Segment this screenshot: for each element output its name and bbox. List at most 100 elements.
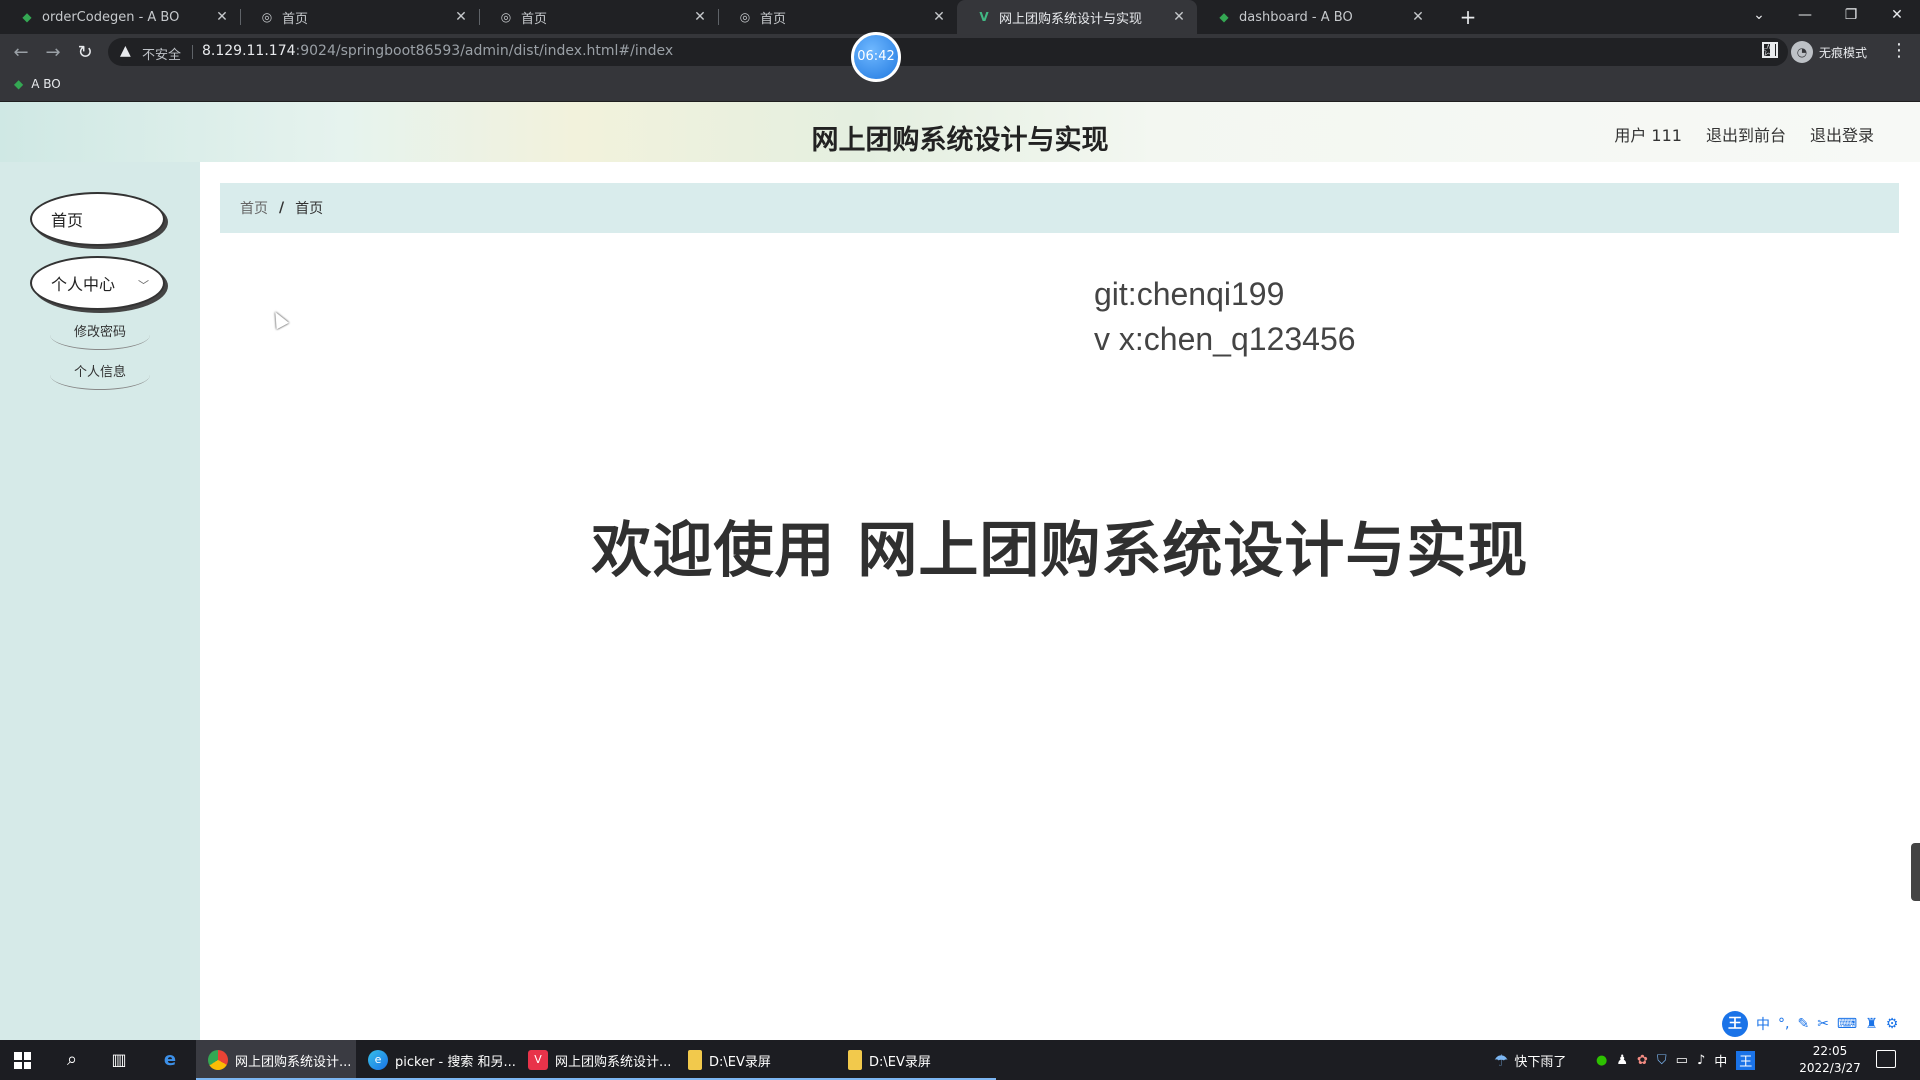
taskbar-app-folder-1[interactable]: D:\EV录屏 [676, 1040, 836, 1080]
umbrella-icon: ☂ [1494, 1050, 1509, 1070]
taskbar-app-edge[interactable]: e picker - 搜索 和另... [356, 1040, 516, 1080]
leaf-icon: ◆ [22, 10, 32, 24]
chrome-icon [208, 1050, 228, 1070]
qq-icon[interactable]: ♟ [1616, 1053, 1628, 1068]
breadcrumb-separator: / [279, 200, 285, 216]
breadcrumb-root[interactable]: 首页 [240, 198, 268, 218]
browser-tab[interactable]: ◎ 首页 ✕ [240, 0, 479, 34]
sidebar: 首页 个人中心 ﹀ 修改密码 个人信息 [0, 162, 200, 1040]
clock-time: 22:05 [1812, 1044, 1848, 1058]
more-menu-icon[interactable]: ⋮ [1890, 40, 1908, 61]
wechat-icon[interactable]: ● [1596, 1053, 1607, 1068]
browser-tab-strip: ◆ orderCodegen - A BO ✕ ◎ 首页 ✕ ◎ 首页 ✕ ◎ … [0, 0, 1920, 34]
welcome-heading: 欢迎使用 网上团购系统设计与实现 [591, 516, 1529, 586]
sidebar-subitem-personal-info[interactable]: 个人信息 [50, 360, 150, 390]
taskbar-app-folder-2[interactable]: D:\EV录屏 [836, 1040, 996, 1080]
search-icon[interactable]: ⌕ [60, 1048, 84, 1072]
scrollbar-handle[interactable] [1911, 843, 1920, 901]
ime-toolbar: 王 中 °, ✎ ✂ ⌨ ♜ ⚙ [1722, 1010, 1898, 1038]
warning-icon: ▲ [120, 43, 131, 59]
system-tray: ● ♟ ✿ ⛉ ▭ ♪ 中 王 [1596, 1040, 1756, 1080]
sidebar-item-home[interactable]: 首页 [30, 192, 165, 246]
close-tab-icon[interactable]: ✕ [1410, 9, 1426, 25]
reload-icon[interactable]: ↻ [72, 40, 98, 66]
volume-icon[interactable]: ♪ [1697, 1053, 1705, 1068]
recording-timer[interactable]: 06:42 [851, 32, 901, 82]
browser-toolbar: ← → ↻ ▲ 不安全 8.129.11.174:9024/springboot… [0, 34, 1920, 70]
chevron-down-icon: ﹀ [138, 279, 149, 292]
sidebar-subitem-change-password[interactable]: 修改密码 [50, 320, 150, 350]
side-panel-icon[interactable] [1762, 42, 1778, 58]
app-header: 网上团购系统设计与实现 用户 111 退出到前台 退出登录 [0, 102, 1920, 162]
punctuation-icon[interactable]: °, [1778, 1016, 1789, 1032]
new-tab-icon[interactable]: + [1455, 4, 1481, 30]
close-tab-icon[interactable]: ✕ [214, 9, 230, 25]
incognito-icon: ◔ [1791, 41, 1813, 63]
ie-icon[interactable]: e [158, 1048, 182, 1072]
breadcrumb: 首页 / 首页 [220, 183, 1899, 233]
back-icon[interactable]: ← [8, 40, 34, 66]
header-links: 用户 111 退出到前台 退出登录 [1614, 122, 1874, 146]
breadcrumb-current: 首页 [295, 201, 324, 217]
shield-icon[interactable]: ⛉ [1657, 1053, 1667, 1068]
taskbar: ⌕ ▥ e 网上团购系统设计... e picker - 搜索 和另... V … [0, 1040, 1920, 1080]
ime-language[interactable]: 中 [1714, 1051, 1727, 1070]
task-view-icon[interactable]: ▥ [107, 1048, 131, 1072]
folder-icon [848, 1050, 862, 1070]
globe-icon: ◎ [739, 10, 751, 24]
browser-tab[interactable]: ◎ 首页 ✕ [718, 0, 957, 34]
tab-search-icon[interactable]: ⌄ [1736, 0, 1782, 34]
contact-wechat: v x:chen_q123456 [1094, 321, 1356, 357]
browser-tab[interactable]: ◆ dashboard - A BO ✕ [1197, 0, 1436, 34]
close-tab-icon[interactable]: ✕ [453, 9, 469, 25]
windows-start-icon[interactable] [14, 1052, 31, 1069]
network-icon[interactable]: ▭ [1676, 1053, 1688, 1068]
taskbar-app-vue[interactable]: V 网上团购系统设计... [516, 1040, 676, 1080]
minimize-icon[interactable]: — [1782, 0, 1828, 34]
settings-icon[interactable]: ⚙ [1886, 1016, 1899, 1032]
browser-tab[interactable]: ◆ orderCodegen - A BO ✕ [0, 0, 240, 34]
ime-logo-icon[interactable]: 王 [1722, 1011, 1748, 1037]
logout-link[interactable]: 退出登录 [1810, 122, 1874, 146]
globe-icon: ◎ [261, 10, 273, 24]
system-clock[interactable]: 22:05 2022/3/27 [1788, 1043, 1872, 1077]
skin-icon[interactable]: ♜ [1865, 1016, 1878, 1032]
main-content: 首页 / 首页 git:chenqi199 v x:chen_q123456 欢… [200, 162, 1920, 1040]
notification-icon[interactable] [1876, 1050, 1896, 1068]
ime-tray-icon[interactable]: 王 [1736, 1050, 1756, 1070]
address-bar[interactable]: ▲ 不安全 8.129.11.174:9024/springboot86593/… [108, 38, 1788, 66]
ime-mode[interactable]: 中 [1756, 1014, 1770, 1034]
vue-icon: V [979, 10, 989, 24]
weather-widget[interactable]: ☂ 快下雨了 [1494, 1040, 1566, 1080]
back-to-front-link[interactable]: 退出到前台 [1706, 122, 1786, 146]
bookmark-item[interactable]: ◆ A BO [14, 77, 61, 91]
folder-icon [688, 1050, 702, 1070]
forward-icon[interactable]: → [40, 40, 66, 66]
restore-icon[interactable]: ❐ [1828, 0, 1874, 34]
scissors-icon[interactable]: ✂ [1817, 1016, 1829, 1032]
globe-icon: ◎ [500, 10, 512, 24]
leaf-icon: ◆ [1219, 10, 1229, 24]
bookmarks-bar: ◆ A BO [0, 70, 1920, 102]
contact-git: git:chenqi199 [1094, 276, 1285, 312]
close-tab-icon[interactable]: ✕ [931, 9, 947, 25]
current-user: 用户 111 [1614, 126, 1682, 145]
close-tab-icon[interactable]: ✕ [1171, 9, 1187, 25]
browser-tab-active[interactable]: V 网上团购系统设计与实现 ✕ [957, 0, 1197, 34]
contact-info: git:chenqi199 v x:chen_q123456 [1094, 272, 1356, 362]
edge-icon: e [368, 1050, 388, 1070]
sidebar-item-personal-center[interactable]: 个人中心 ﹀ [30, 256, 165, 310]
browser-tab[interactable]: ◎ 首页 ✕ [479, 0, 718, 34]
close-tab-icon[interactable]: ✕ [692, 9, 708, 25]
vue-icon: V [528, 1050, 548, 1070]
keyboard-icon[interactable]: ⌨ [1837, 1016, 1857, 1032]
incognito-indicator[interactable]: ◔ 无痕模式 [1791, 39, 1867, 65]
pen-icon[interactable]: ✎ [1797, 1016, 1809, 1032]
address-divider [192, 45, 193, 59]
taskbar-app-chrome[interactable]: 网上团购系统设计... [196, 1040, 356, 1080]
close-window-icon[interactable]: ✕ [1874, 0, 1920, 34]
security-label: 不安全 [142, 48, 182, 63]
url-text: 8.129.11.174:9024/springboot86593/admin/… [202, 43, 674, 59]
clock-date: 2022/3/27 [1799, 1061, 1861, 1075]
app-tray-icon[interactable]: ✿ [1637, 1053, 1648, 1068]
